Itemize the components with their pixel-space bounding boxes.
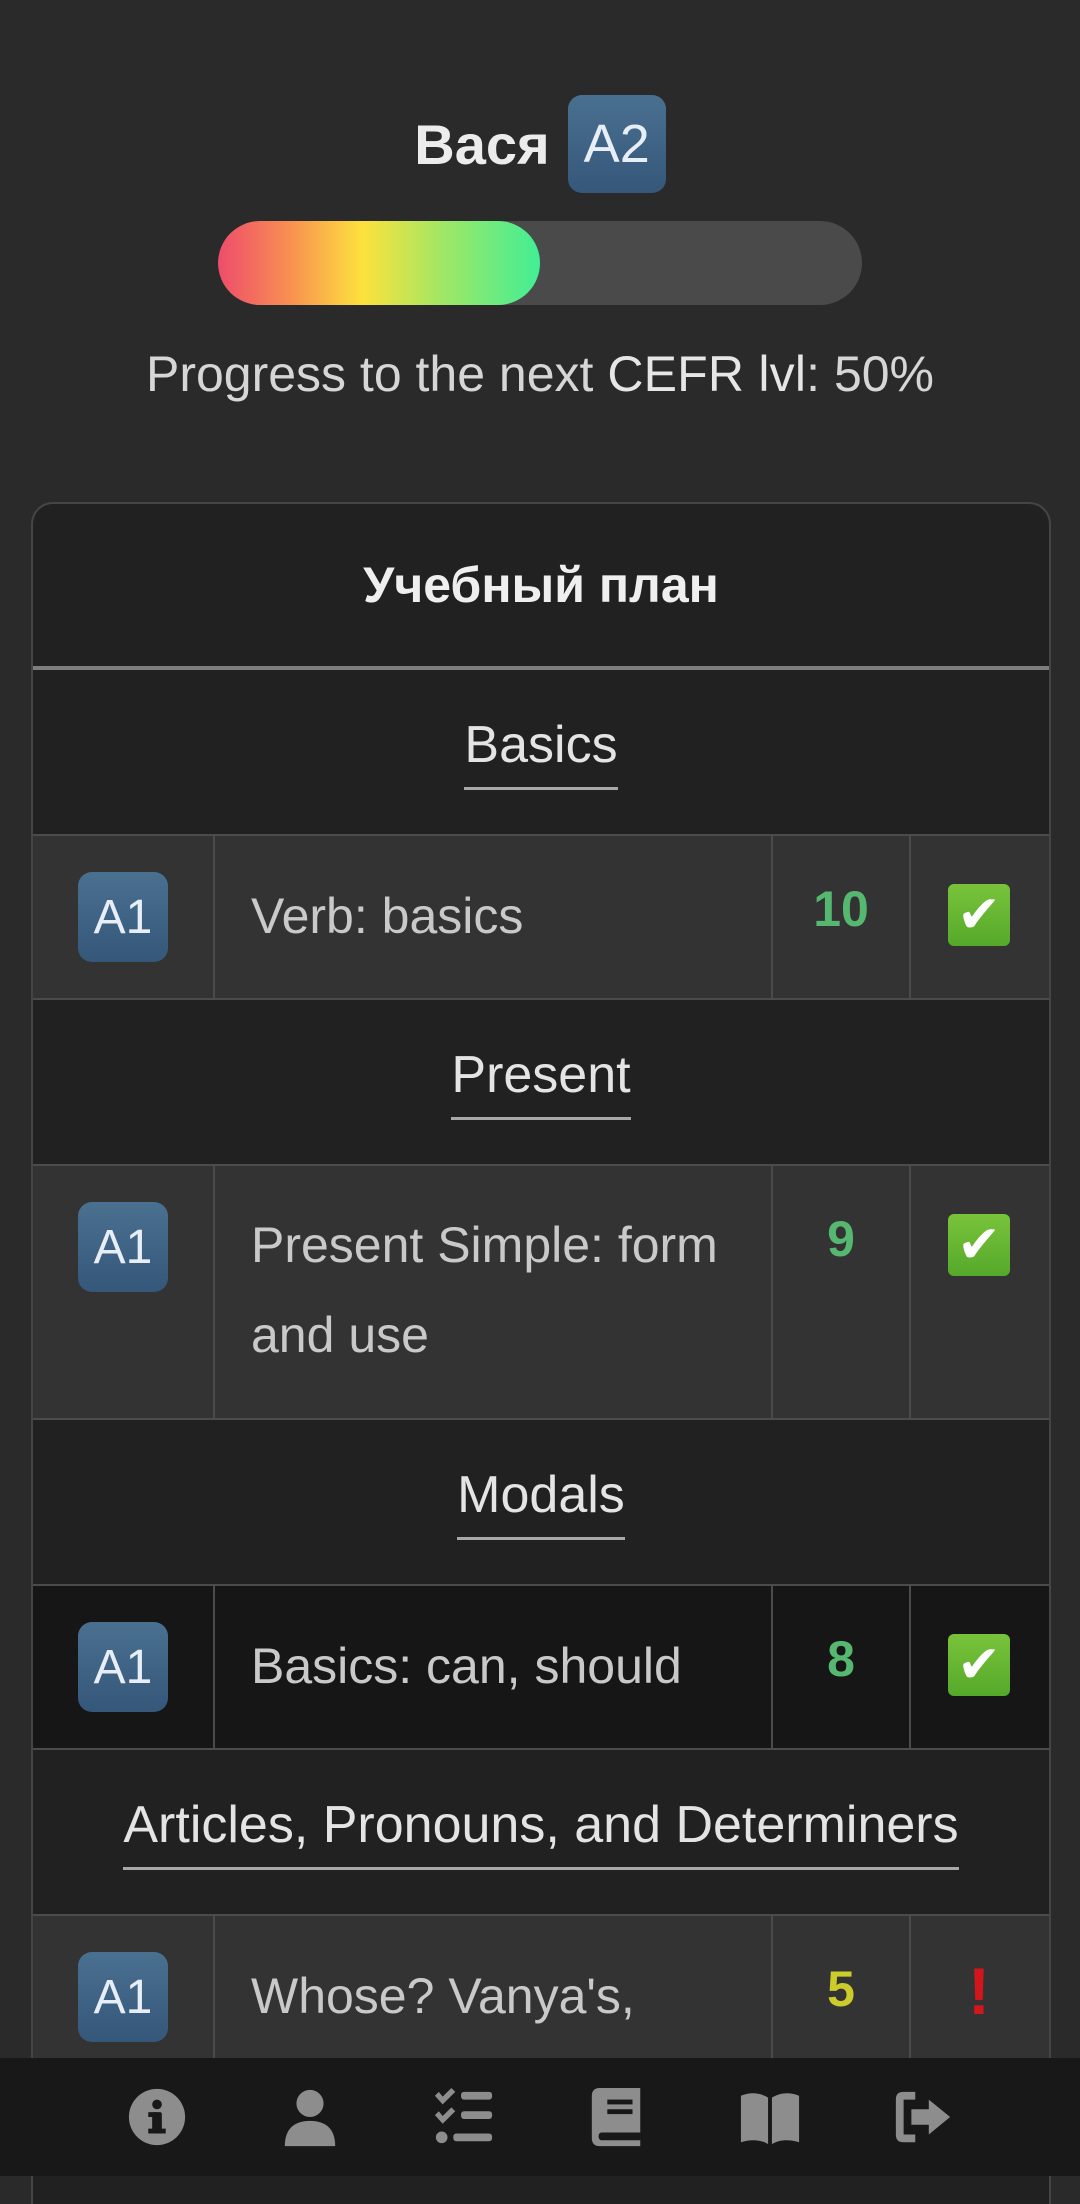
user-line: Вася A2: [0, 95, 1080, 193]
lesson-status-cell: ✔: [911, 1586, 1047, 1748]
profile-header: Вася A2 Progress to the next CEFR lvl: 5…: [0, 0, 1080, 500]
check-icon: ✔: [948, 1214, 1010, 1276]
info-icon: [128, 2088, 185, 2146]
lesson-score: 9: [773, 1166, 911, 1418]
nav-tasks-button[interactable]: [423, 2077, 503, 2157]
lesson-score: 8: [773, 1586, 911, 1748]
progress-bar: [218, 221, 862, 305]
open-book-icon: [740, 2093, 800, 2145]
progress-value: : 50%: [806, 346, 935, 402]
nav-info-button[interactable]: [117, 2077, 197, 2157]
lesson-level-badge: A1: [78, 1952, 168, 2042]
progress-cefr-label: CEFR lvl: [607, 346, 807, 402]
user-name: Вася: [414, 112, 550, 176]
check-icon: ✔: [948, 1634, 1010, 1696]
section-header: Modals: [33, 1420, 1049, 1584]
lesson-level-cell: A1: [33, 1586, 215, 1748]
progress-text: Progress to the next CEFR lvl: 50%: [0, 345, 1080, 403]
lesson-row[interactable]: A1 Basics: can, should 8 ✔: [33, 1584, 1049, 1750]
lesson-topic[interactable]: Present Simple: form and use: [215, 1166, 773, 1418]
nav-reading-button[interactable]: [730, 2077, 810, 2157]
lesson-level-cell: A1: [33, 1166, 215, 1418]
lesson-status-cell: ✔: [911, 1166, 1047, 1418]
tasks-icon: [435, 2087, 493, 2144]
lesson-row[interactable]: A1 Present Simple: form and use 9 ✔: [33, 1164, 1049, 1420]
check-icon: ✔: [948, 884, 1010, 946]
nav-profile-button[interactable]: [270, 2077, 350, 2157]
section-header: Basics: [33, 670, 1049, 834]
section-header: Present: [33, 1000, 1049, 1164]
section-title: Articles, Pronouns, and Determiners: [123, 1795, 959, 1870]
study-plan-table: Учебный план Basics A1 Verb: basics 10 ✔…: [31, 502, 1051, 2204]
lesson-row[interactable]: A1 Verb: basics 10 ✔: [33, 834, 1049, 1000]
lesson-status-cell: ✔: [911, 836, 1047, 998]
progress-prefix: Progress to the next: [145, 346, 608, 402]
lesson-level-badge: A1: [78, 1202, 168, 1292]
sign-out-icon: [896, 2091, 951, 2143]
user-icon: [284, 2089, 336, 2147]
section-title: Present: [451, 1045, 631, 1120]
nav-lessons-button[interactable]: [577, 2077, 657, 2157]
lesson-level-badge: A1: [78, 1622, 168, 1712]
lesson-topic[interactable]: Basics: can, should: [215, 1586, 773, 1748]
user-level-badge: A2: [567, 95, 666, 193]
plan-title: Учебный план: [33, 504, 1049, 670]
nav-logout-button[interactable]: [883, 2077, 963, 2157]
progress-bar-fill: [218, 221, 540, 305]
lesson-score: 10: [773, 836, 911, 998]
section-title: Modals: [457, 1465, 625, 1540]
section-header: Articles, Pronouns, and Determiners: [33, 1750, 1049, 1914]
bottom-nav: [0, 2058, 1080, 2176]
lesson-topic[interactable]: Verb: basics: [215, 836, 773, 998]
lesson-level-badge: A1: [78, 872, 168, 962]
lesson-level-cell: A1: [33, 836, 215, 998]
section-title: Basics: [464, 715, 618, 790]
book-icon: [591, 2087, 640, 2147]
